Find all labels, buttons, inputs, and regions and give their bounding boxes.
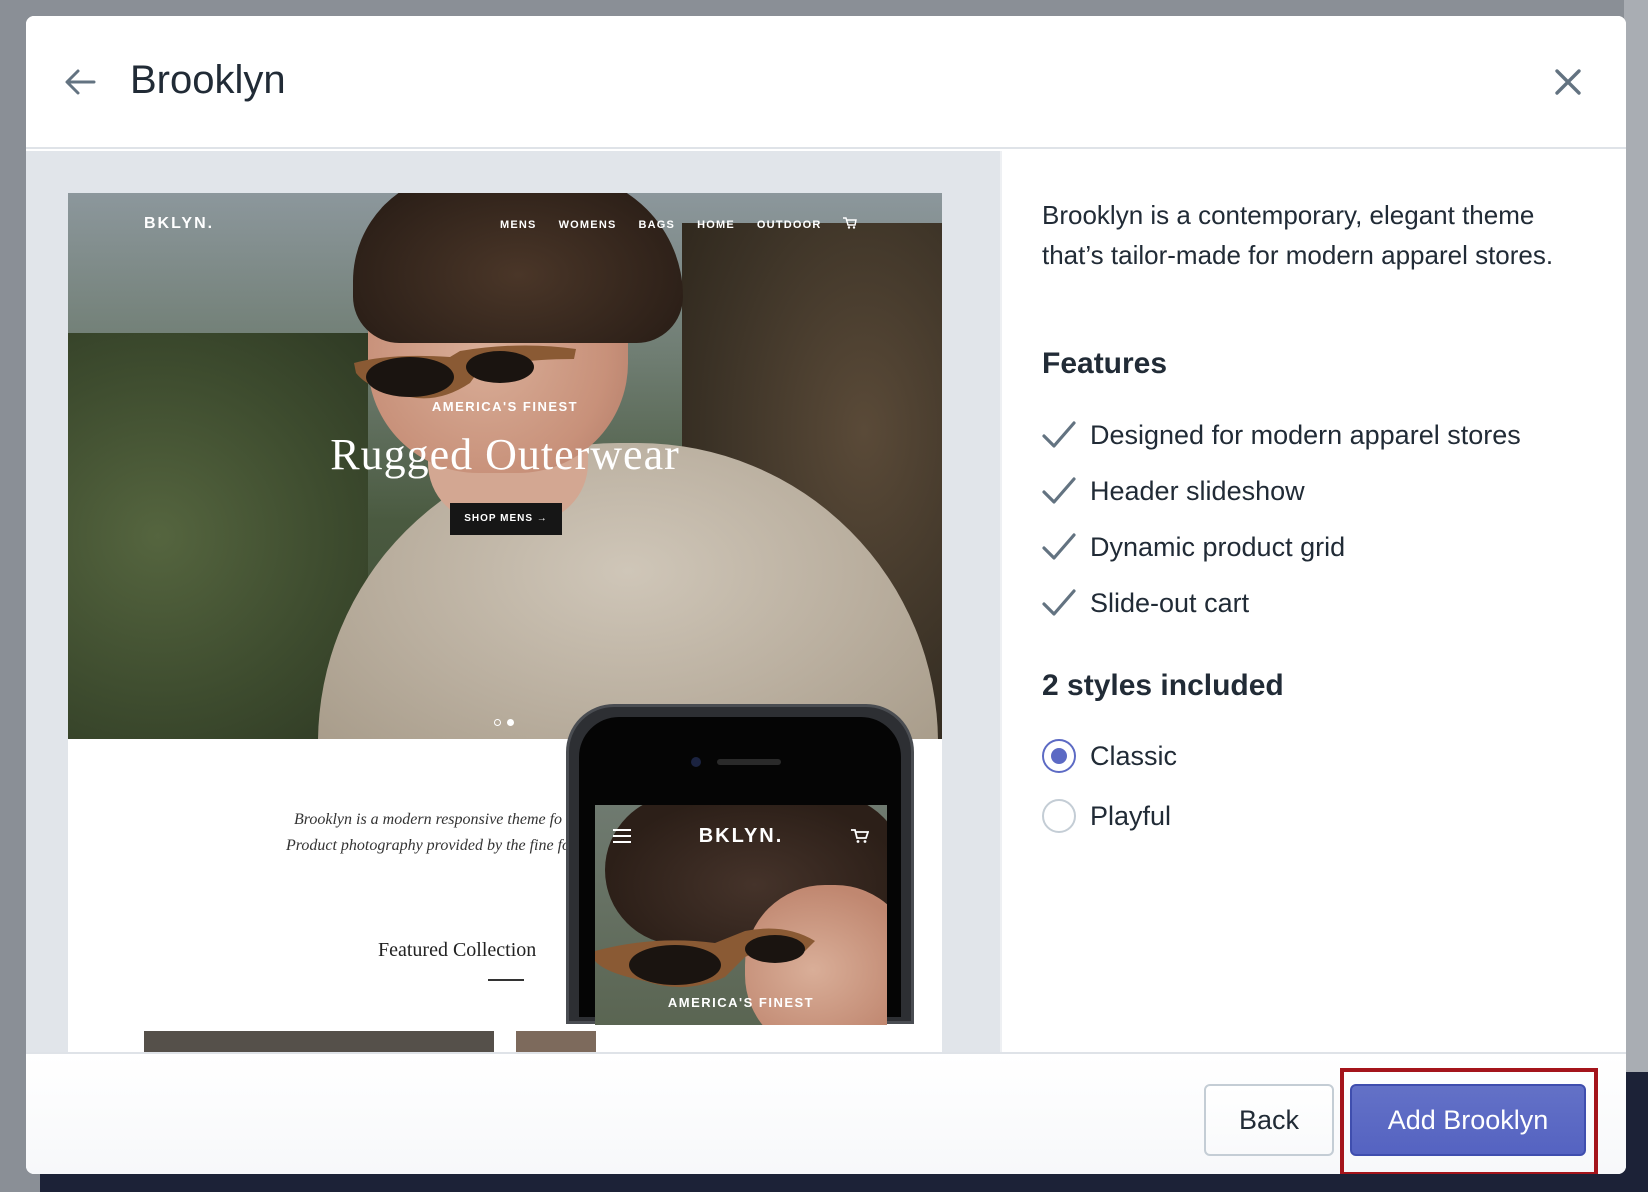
phone-camera [691,757,701,767]
add-theme-button[interactable]: Add Brooklyn [1350,1084,1586,1156]
preview-nav-item: MENS [500,219,537,231]
theme-info: Brooklyn is a contemporary, elegant them… [1000,151,1626,1052]
check-icon [1042,533,1076,560]
phone-screen: BKLYN. AMERICA'S FINEST [595,805,887,1025]
divider [488,979,524,981]
check-icon [1042,477,1076,504]
preview-nav-item: OUTDOOR [756,219,822,231]
preview-nav-item: BAGS [638,219,676,231]
styles-heading: 2 styles included [1042,669,1284,702]
preview-nav-item: HOME [697,219,735,231]
feature-item: Dynamic product grid [1042,519,1521,575]
hero-person-hair [353,193,683,343]
style-label: Playful [1090,800,1172,831]
phone-speaker [717,759,781,765]
collection-thumbnail [144,1031,494,1052]
features-heading: Features [1042,347,1168,380]
theme-preview: BKLYN. MENS WOMENS BAGS HOME OUTDOOR AME… [26,151,1000,1052]
style-option-playful[interactable]: Playful [1042,799,1171,833]
preview-cta: SHOP MENS → [450,503,562,535]
arrow-left-icon[interactable] [62,64,98,100]
preview-brand: BKLYN. [144,215,215,232]
preview-featured-heading: Featured Collection [378,939,537,961]
preview-headline: Rugged Outerwear [330,430,680,479]
feature-label: Header slideshow [1090,475,1305,506]
modal-footer: Back Add Brooklyn [26,1052,1626,1174]
theme-description: Brooklyn is a contemporary, elegant them… [1042,200,1554,270]
radio-playful[interactable] [1042,799,1076,833]
preview-nav: MENS WOMENS BAGS HOME OUTDOOR [500,219,844,231]
hero-image: BKLYN. MENS WOMENS BAGS HOME OUTDOOR AME… [68,193,942,739]
collection-thumbnail [516,1031,596,1052]
modal-title: Brooklyn [130,58,286,102]
feature-item: Designed for modern apparel stores [1042,407,1521,463]
check-icon [1042,421,1076,448]
feature-label: Dynamic product grid [1090,531,1346,562]
feature-label: Designed for modern apparel stores [1090,419,1521,450]
features-list: Designed for modern apparel stores Heade… [1042,407,1521,631]
preview-nav-item: WOMENS [558,219,617,231]
phone-bezel: BKLYN. AMERICA'S FINEST [579,717,901,1025]
check-icon [1042,589,1076,616]
hero-landscape [68,333,368,739]
feature-item: Header slideshow [1042,463,1521,519]
mobile-preview: BKLYN. AMERICA'S FINEST [566,704,914,1025]
modal-header: Brooklyn [26,16,1626,149]
feature-label: Slide-out cart [1090,587,1250,618]
slideshow-dots [494,719,514,726]
mobile-eyebrow: AMERICA'S FINEST [667,995,815,1010]
style-label: Classic [1090,740,1178,771]
back-button[interactable]: Back [1204,1084,1334,1156]
mobile-brand: BKLYN. [698,825,784,847]
theme-modal: Brooklyn BKLYN. MENS WOMENS BAGS HOME OU… [26,16,1626,1174]
radio-classic[interactable] [1042,739,1076,773]
background-page [1624,0,1648,1192]
feature-item: Slide-out cart [1042,575,1521,631]
close-icon[interactable] [1550,64,1586,100]
preview-eyebrow: AMERICA'S FINEST [431,399,579,414]
cart-icon [843,217,857,229]
style-option-classic[interactable]: Classic [1042,739,1177,773]
sunglasses-graphic [595,928,815,988]
cart-icon [851,829,869,843]
sunglasses-graphic [354,345,576,399]
